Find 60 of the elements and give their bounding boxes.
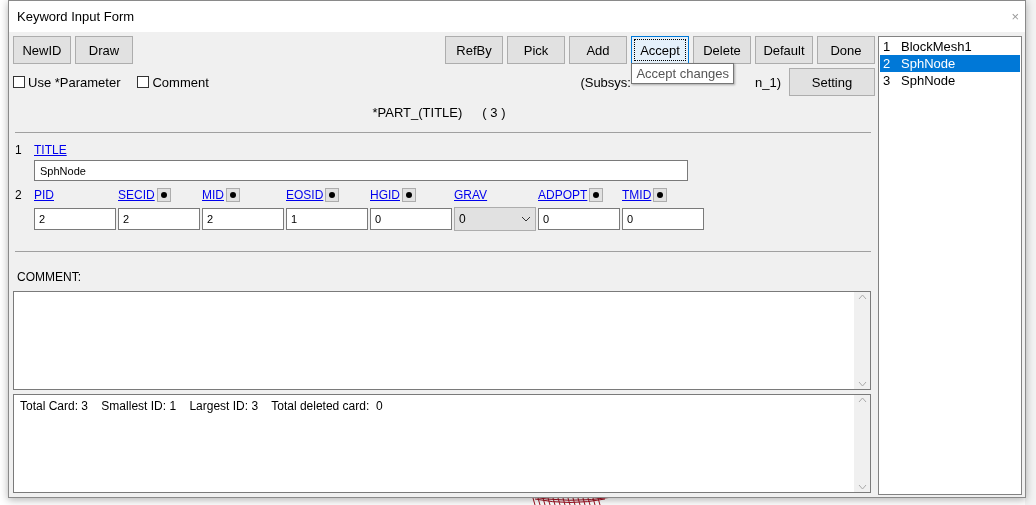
list-item[interactable]: 1 BlockMesh1 bbox=[880, 38, 1020, 55]
input-field[interactable]: 1 bbox=[286, 208, 368, 230]
toolbar-button[interactable]: Pick bbox=[507, 36, 565, 64]
field-link[interactable]: TMID bbox=[622, 188, 652, 202]
keyword-name: *PART_(TITLE) bbox=[372, 105, 463, 120]
field-link[interactable]: PID bbox=[34, 188, 54, 202]
pick-button[interactable] bbox=[653, 188, 668, 202]
list-item[interactable]: 2 SphNode bbox=[880, 55, 1020, 72]
card-summary: Total Card: 3 Smallest ID: 1 Largest ID: 3 Total deleted card: 0 bbox=[19, 398, 384, 415]
title-input-field[interactable]: SphNode bbox=[34, 160, 688, 181]
card-count: ( 3 ) bbox=[482, 105, 506, 120]
input-field[interactable]: 0 bbox=[370, 208, 452, 230]
pick-button[interactable] bbox=[589, 188, 604, 202]
toolbar-button[interactable]: NewID bbox=[13, 36, 71, 64]
toolbar-button[interactable]: Done bbox=[817, 36, 875, 64]
chevron-down-icon bbox=[521, 216, 531, 222]
toolbar-button[interactable]: Default bbox=[755, 36, 813, 64]
field-link[interactable]: SECID bbox=[118, 188, 155, 202]
toolbar-button[interactable]: RefBy bbox=[445, 36, 503, 64]
checkbox-label: Use *Parameter bbox=[28, 74, 121, 90]
dot-icon bbox=[657, 192, 664, 198]
checkbox[interactable] bbox=[137, 76, 150, 88]
dot-icon bbox=[230, 192, 236, 198]
dot-icon bbox=[406, 192, 412, 198]
checkbox[interactable] bbox=[13, 76, 25, 88]
card-list[interactable]: 1 BlockMesh1 2 SphNode 3 SphNode bbox=[878, 36, 1022, 495]
checkbox-label: Comment bbox=[152, 74, 209, 90]
pick-button[interactable] bbox=[156, 188, 171, 202]
window-title: Keyword Input Form bbox=[17, 9, 135, 24]
subsys-label: n_1) bbox=[754, 74, 781, 90]
input-field[interactable]: 0 bbox=[622, 208, 704, 230]
toolbar-button[interactable]: Delete bbox=[693, 36, 751, 64]
input-field[interactable]: 2 bbox=[202, 208, 284, 230]
field-link[interactable]: HGID bbox=[370, 188, 400, 202]
field-link[interactable]: MID bbox=[202, 188, 224, 202]
toolbar-button[interactable]: Accept bbox=[631, 36, 689, 64]
card-number: 1 bbox=[14, 143, 23, 157]
toolbar-button[interactable]: Draw bbox=[75, 36, 133, 64]
tooltip: Accept changes bbox=[631, 62, 734, 84]
field-link[interactable]: GRAV bbox=[454, 188, 488, 202]
comment-text-area[interactable] bbox=[13, 291, 871, 390]
input-field[interactable]: 2 bbox=[34, 208, 116, 230]
subsys-label: (Subsys: bbox=[580, 74, 631, 90]
field-link[interactable]: EOSID bbox=[286, 188, 324, 202]
dot-icon bbox=[160, 192, 167, 198]
dropdown[interactable]: 0 bbox=[454, 207, 536, 231]
list-item[interactable]: 3 SphNode bbox=[880, 72, 1020, 89]
dot-icon bbox=[329, 192, 336, 198]
pick-button[interactable] bbox=[226, 188, 240, 202]
dot-icon bbox=[593, 192, 600, 198]
field-link[interactable]: TITLE bbox=[34, 143, 67, 157]
input-field[interactable]: 2 bbox=[118, 208, 200, 230]
pick-button[interactable] bbox=[402, 188, 416, 202]
pick-button[interactable] bbox=[325, 188, 340, 202]
field-link[interactable]: ADPOPT bbox=[538, 188, 588, 202]
input-field[interactable]: 0 bbox=[538, 208, 620, 230]
comment-label: COMMENT: bbox=[17, 270, 82, 284]
card-number: 2 bbox=[14, 188, 23, 202]
toolbar-button[interactable]: Add bbox=[569, 36, 627, 64]
setting-button[interactable]: Setting bbox=[789, 68, 875, 96]
